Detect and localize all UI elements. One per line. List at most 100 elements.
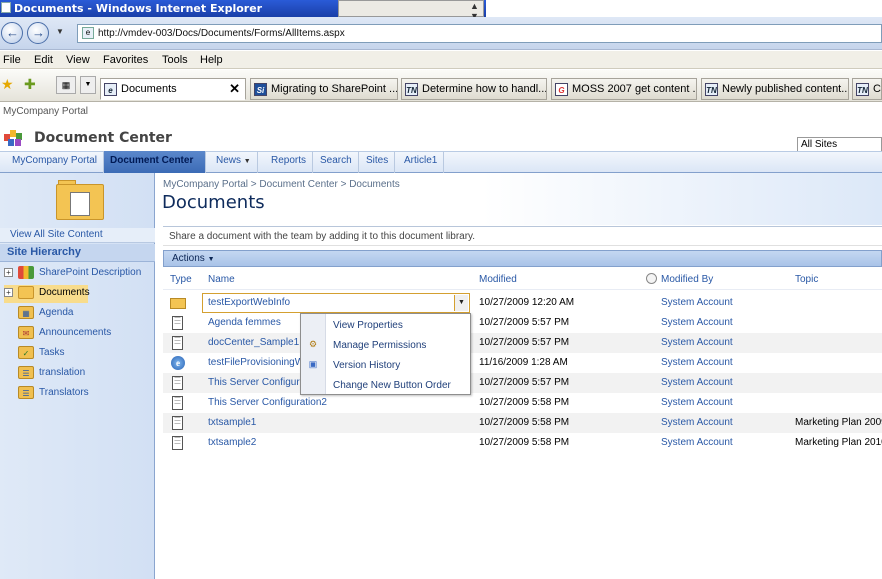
menu-tools[interactable]: Tools [162, 54, 188, 66]
leftnav-item-tasks[interactable]: ✓ Tasks [4, 345, 154, 363]
cell-modified-by[interactable]: System Account [661, 297, 733, 308]
cell-modified: 10/27/2009 5:58 PM [479, 437, 570, 448]
topnav-reports[interactable]: Reports [265, 151, 314, 173]
menu-item-manage-permissions[interactable]: Manage Permissions [333, 340, 426, 351]
cell-modified-by[interactable]: System Account [661, 437, 733, 448]
actions-menu-button[interactable]: Actions ▼ [172, 253, 215, 264]
si-icon: Si [254, 83, 267, 96]
table-row[interactable]: — — — docCenter_Sample1 10/27/2009 5:57 PM… [163, 333, 882, 353]
menu-item-view-properties[interactable]: View Properties [333, 320, 403, 331]
cell-name[interactable]: testExportWebInfo [208, 297, 290, 308]
topnav-label: Document Center [110, 155, 194, 166]
cell-topic: Marketing Plan 2010 [795, 437, 882, 448]
cell-name[interactable]: docCenter_Sample1 [208, 337, 299, 348]
expand-icon[interactable]: + [4, 268, 13, 277]
menu-item-version-history[interactable]: Version History [333, 360, 400, 371]
document-library-folder-icon [56, 178, 104, 220]
site-title[interactable]: Document Center [34, 130, 172, 146]
menu-edit[interactable]: Edit [34, 54, 53, 66]
taskbar-combo[interactable] [338, 0, 484, 17]
leftnav-item-translation[interactable]: ☰ translation [4, 365, 154, 383]
tab-moss[interactable]: G MOSS 2007 get content ... [551, 78, 697, 100]
permissions-icon: ⚙ [308, 339, 318, 349]
calendar-icon: ▦ [18, 306, 34, 319]
portal-link[interactable]: MyCompany Portal [3, 106, 88, 117]
leftnav-label: Translators [39, 387, 89, 398]
favorites-star-icon[interactable]: ★ [1, 76, 14, 93]
chevron-down-icon[interactable]: ▼ [454, 295, 468, 311]
document-icon: — — — [172, 316, 183, 330]
topnav-mycompany-portal[interactable]: MyCompany Portal [6, 151, 105, 173]
leftnav-item-sharepoint-description[interactable]: + SharePoint Description [4, 265, 154, 283]
table-row[interactable]: — — — This Server Configuration2 10/27/200… [163, 393, 882, 413]
item-name-dropdown[interactable]: testExportWebInfo ▼ [202, 293, 470, 313]
table-row[interactable]: e testFileProvisioningWit 11/16/2009 1:2… [163, 353, 882, 373]
cell-modified: 10/27/2009 5:57 PM [479, 317, 570, 328]
breadcrumb[interactable]: MyCompany Portal > Document Center > Doc… [163, 179, 400, 190]
tab-list-dropdown[interactable]: ▼ [80, 76, 96, 94]
leftnav-item-agenda[interactable]: ▦ Agenda [4, 305, 154, 323]
table-row[interactable]: — — — This Server Configurat 10/27/2009 5:… [163, 373, 882, 393]
cell-name[interactable]: This Server Configurat [208, 377, 308, 388]
expand-icon[interactable]: + [4, 288, 13, 297]
document-icon: — — — [172, 396, 183, 410]
topnav-sites[interactable]: Sites [360, 151, 396, 173]
cell-modified-by[interactable]: System Account [661, 417, 733, 428]
menu-item-change-new-button-order[interactable]: Change New Button Order [333, 380, 451, 391]
table-row[interactable]: — — — txtsample1 10/27/2009 5:58 PM System… [163, 413, 882, 433]
tab-migrating[interactable]: Si Migrating to SharePoint ... [250, 78, 398, 100]
tab-determine[interactable]: TN Determine how to handl... [401, 78, 547, 100]
menu-help[interactable]: Help [200, 54, 223, 66]
table-row[interactable]: — — — Agenda femmes 10/27/2009 5:57 PM Sys… [163, 313, 882, 333]
column-header-name[interactable]: Name [208, 274, 235, 285]
cell-modified-by[interactable]: System Account [661, 317, 733, 328]
leftnav-item-translators[interactable]: ☰ Translators [4, 385, 154, 403]
recent-pages-dropdown[interactable]: ▼ [56, 27, 64, 36]
tab-newly-published[interactable]: TN Newly published content... [701, 78, 849, 100]
url-text[interactable]: http://vmdev-003/Docs/Documents/Forms/Al… [98, 28, 345, 39]
search-scope-select[interactable]: All Sites [797, 137, 882, 152]
cell-name[interactable]: Agenda femmes [208, 317, 281, 328]
cell-modified-by[interactable]: System Account [661, 357, 733, 368]
menu-view[interactable]: View [66, 54, 90, 66]
add-favorite-icon[interactable]: ✚ [24, 76, 36, 93]
announcement-icon: ✉ [18, 326, 34, 339]
column-header-modified[interactable]: Modified [479, 274, 517, 285]
table-row[interactable]: — — — txtsample2 10/27/2009 5:58 PM System… [163, 433, 882, 453]
item-context-menu: View Properties ⚙ Manage Permissions ▣ V… [300, 313, 471, 395]
forward-button[interactable]: → [27, 22, 49, 44]
tab-partial[interactable]: TN Co [852, 78, 882, 100]
back-button[interactable]: ← [1, 22, 23, 44]
leftnav-label: SharePoint Description [39, 267, 142, 278]
leftnav-item-announcements[interactable]: ✉ Announcements [4, 325, 154, 343]
quick-tabs-icon[interactable]: ▦ [56, 76, 76, 94]
view-all-site-content-link[interactable]: View All Site Content [0, 228, 155, 243]
tn-icon: TN [705, 83, 718, 96]
cell-modified-by[interactable]: System Account [661, 377, 733, 388]
topnav-article1[interactable]: Article1 [398, 151, 445, 173]
cell-modified: 11/16/2009 1:28 AM [479, 357, 568, 368]
cell-name[interactable]: txtsample1 [208, 417, 256, 428]
cell-name[interactable]: This Server Configuration2 [208, 397, 327, 408]
topnav-news[interactable]: News ▼ [210, 151, 258, 173]
column-header-type[interactable]: Type [170, 274, 192, 285]
site-icon [18, 266, 34, 279]
cell-name[interactable]: testFileProvisioningWit [208, 357, 309, 368]
tab-documents[interactable]: e Documents ✕ [100, 78, 246, 100]
tab-label: Determine how to handl... [422, 83, 547, 95]
close-icon[interactable]: ✕ [229, 81, 240, 97]
header-divider [163, 289, 882, 290]
column-header-topic[interactable]: Topic [795, 274, 818, 285]
menu-favorites[interactable]: Favorites [103, 54, 148, 66]
cell-modified-by[interactable]: System Account [661, 397, 733, 408]
tn-icon: TN [405, 83, 418, 96]
column-header-modified-by[interactable]: Modified By [661, 274, 713, 285]
cell-name[interactable]: txtsample2 [208, 437, 256, 448]
menu-file[interactable]: File [3, 54, 21, 66]
cell-modified-by[interactable]: System Account [661, 337, 733, 348]
tab-label: Newly published content... [722, 83, 849, 95]
topnav-search[interactable]: Search [314, 151, 359, 173]
leftnav-item-documents[interactable]: + Documents [4, 285, 90, 303]
site-logo-icon [4, 128, 28, 146]
topnav-document-center[interactable]: Document Center [104, 151, 206, 173]
